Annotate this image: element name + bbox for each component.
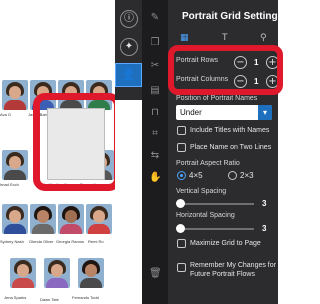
grid-tab-icon[interactable]: ▦ bbox=[180, 33, 189, 43]
position-select-value: Under bbox=[180, 108, 202, 117]
portrait-photo[interactable] bbox=[2, 80, 28, 110]
maximize-grid-checkbox[interactable] bbox=[177, 239, 186, 248]
horizontal-spacing-label: Horizontal Spacing bbox=[176, 212, 235, 219]
portrait-photo[interactable] bbox=[2, 204, 28, 234]
pen-icon[interactable]: ✎ bbox=[149, 12, 161, 24]
two-lines-checkbox[interactable] bbox=[177, 143, 186, 152]
page-canvas[interactable]: Ava G Jaxon Baird Conor Ga Imad Ecch Let… bbox=[0, 0, 115, 304]
vertical-spacing-label: Vertical Spacing bbox=[176, 188, 227, 195]
portrait-photo[interactable] bbox=[78, 258, 104, 288]
paste-icon[interactable]: ▤ bbox=[149, 85, 161, 97]
position-label: Position of Portrait Names bbox=[176, 95, 258, 102]
portrait-caption: Glenda Oliver bbox=[29, 239, 54, 244]
portrait-caption: Dawn Tate bbox=[40, 297, 59, 302]
portrait-photo[interactable] bbox=[10, 258, 36, 288]
aspect-2x3-radio[interactable] bbox=[228, 171, 237, 180]
portrait-caption: Jena Sparks bbox=[4, 295, 27, 300]
magic-wand-icon[interactable]: ✦ bbox=[120, 38, 138, 56]
info-icon[interactable]: ⓘ bbox=[120, 10, 138, 28]
aspect-label: Portrait Aspect Ratio bbox=[176, 160, 240, 167]
portrait-photo[interactable] bbox=[44, 258, 70, 288]
portrait-photo[interactable] bbox=[2, 150, 28, 180]
include-titles-label: Include Titles with Names bbox=[190, 127, 270, 134]
remember-changes-label-line1: Remember My Changes for bbox=[190, 262, 276, 269]
portrait-photo[interactable] bbox=[58, 204, 84, 234]
portrait-caption: Ava G bbox=[0, 112, 12, 117]
flip-icon[interactable]: ⇆ bbox=[149, 150, 161, 162]
style-tab-icon[interactable]: ⚲ bbox=[260, 33, 267, 43]
portrait-photo[interactable] bbox=[30, 204, 56, 234]
copy-icon[interactable]: ❐ bbox=[149, 37, 161, 49]
portrait-caption: Fernando Todd bbox=[72, 295, 99, 300]
lock-icon[interactable]: ⊓ bbox=[149, 107, 161, 119]
vertical-spacing-value: 3 bbox=[262, 199, 267, 208]
aspect-2x3-label: 2×3 bbox=[240, 171, 254, 180]
two-lines-label: Place Name on Two Lines bbox=[190, 144, 272, 151]
horizontal-spacing-value: 3 bbox=[262, 224, 267, 233]
chevron-down-icon[interactable]: ▾ bbox=[258, 105, 272, 120]
include-titles-checkbox[interactable] bbox=[177, 126, 186, 135]
portrait-icon[interactable]: 👤 bbox=[115, 63, 142, 87]
portrait-photo[interactable] bbox=[86, 204, 112, 234]
portrait-caption: Remi Ro bbox=[88, 239, 104, 244]
side-icon-strip: ✎ ❐ ✂ ▤ ⊓ ⌗ ⇆ ✋ 🗑 bbox=[142, 0, 168, 304]
scissors-icon[interactable]: ✂ bbox=[149, 60, 161, 72]
vertical-spacing-thumb[interactable] bbox=[176, 199, 185, 208]
horizontal-spacing-slider[interactable] bbox=[180, 228, 254, 230]
text-tab-icon[interactable]: T bbox=[222, 33, 228, 43]
remember-changes-label-line2: Future Portrait Flows bbox=[190, 271, 255, 278]
aspect-4x5-label: 4×5 bbox=[189, 171, 203, 180]
remember-changes-checkbox[interactable] bbox=[177, 263, 186, 272]
crop-icon[interactable]: ⌗ bbox=[149, 128, 161, 140]
highlight-frame bbox=[33, 93, 115, 191]
maximize-grid-label: Maximize Grid to Page bbox=[190, 240, 261, 247]
portrait-caption: Sydney Nash bbox=[0, 239, 24, 244]
aspect-4x5-radio[interactable] bbox=[177, 171, 186, 180]
portrait-caption: Georgia Ramos bbox=[56, 239, 85, 244]
horizontal-spacing-thumb[interactable] bbox=[176, 224, 185, 233]
hand-icon[interactable]: ✋ bbox=[149, 172, 161, 184]
position-select[interactable]: Under ▾ bbox=[176, 105, 272, 120]
panel-title: Portrait Grid Settings bbox=[182, 11, 278, 22]
highlight-frame bbox=[168, 45, 283, 95]
vertical-spacing-slider[interactable] bbox=[180, 203, 254, 205]
trash-icon[interactable]: 🗑 bbox=[149, 268, 162, 280]
portrait-caption: Imad Ecch bbox=[0, 182, 19, 187]
